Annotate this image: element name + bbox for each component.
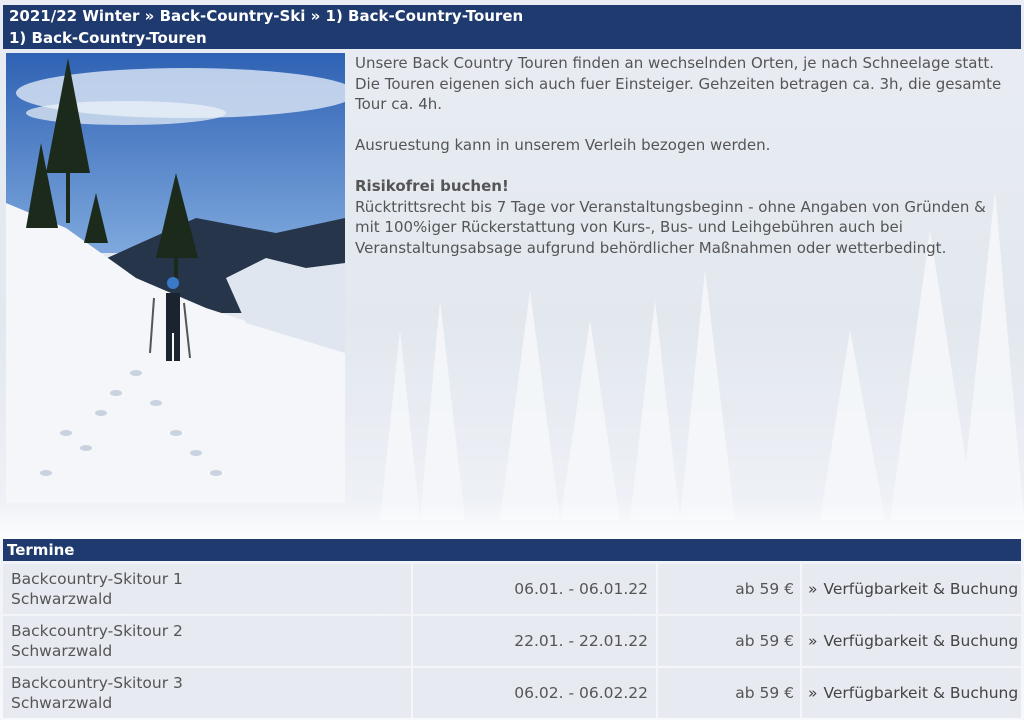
tour-price: ab 59 €: [656, 668, 800, 718]
tour-name: Backcountry-Skitour 3: [11, 674, 183, 692]
tour-name: Backcountry-Skitour 2: [11, 622, 183, 640]
termine-title: Termine: [7, 541, 75, 559]
tour-location: Schwarzwald: [11, 694, 113, 712]
tour-price: ab 59 €: [656, 564, 800, 614]
booking-link[interactable]: » Verfügbarkeit & Buchung: [800, 668, 1021, 718]
booking-link-label: Verfügbarkeit & Buchung: [823, 632, 1019, 650]
tour-photo: [6, 53, 345, 503]
booking-link-label: Verfügbarkeit & Buchung: [823, 580, 1019, 598]
table-row: Backcountry-Skitour 3 Schwarzwald 06.02.…: [3, 668, 1021, 718]
termine-header: Termine: [3, 539, 1021, 561]
description-paragraph: Unsere Back Country Touren finden an wec…: [355, 54, 995, 72]
description-paragraph: Die Touren eigenen sich auch fuer Einste…: [355, 74, 1002, 114]
arrow-icon: »: [808, 684, 818, 702]
booking-link-label: Verfügbarkeit & Buchung: [823, 684, 1019, 702]
tour-location: Schwarzwald: [11, 590, 113, 608]
tour-price: ab 59 €: [656, 616, 800, 666]
booking-link[interactable]: » Verfügbarkeit & Buchung: [800, 616, 1021, 666]
page-header: 2021/22 Winter » Back-Country-Ski » 1) B…: [3, 5, 1021, 49]
tour-dates: 06.02. - 06.02.22: [411, 668, 656, 718]
arrow-icon: »: [808, 632, 818, 650]
termine-table: Backcountry-Skitour 1 Schwarzwald 06.01.…: [3, 562, 1021, 720]
arrow-icon: »: [808, 580, 818, 598]
tour-dates: 06.01. - 06.01.22: [411, 564, 656, 614]
tour-description: Unsere Back Country Touren finden an wec…: [355, 53, 1015, 258]
table-row: Backcountry-Skitour 1 Schwarzwald 06.01.…: [3, 564, 1021, 614]
tour-name: Backcountry-Skitour 1: [11, 570, 183, 588]
tour-dates: 22.01. - 22.01.22: [411, 616, 656, 666]
description-paragraph: Ausruestung kann in unserem Verleih bezo…: [355, 136, 771, 154]
risk-free-text: Rücktrittsrecht bis 7 Tage vor Veranstal…: [355, 197, 986, 257]
risk-free-title: Risikofrei buchen!: [355, 177, 509, 195]
breadcrumb: 2021/22 Winter » Back-Country-Ski » 1) B…: [9, 7, 524, 25]
tour-location: Schwarzwald: [11, 642, 113, 660]
page-title: 1) Back-Country-Touren: [9, 29, 207, 47]
table-row: Backcountry-Skitour 2 Schwarzwald 22.01.…: [3, 616, 1021, 666]
booking-link[interactable]: » Verfügbarkeit & Buchung: [800, 564, 1021, 614]
